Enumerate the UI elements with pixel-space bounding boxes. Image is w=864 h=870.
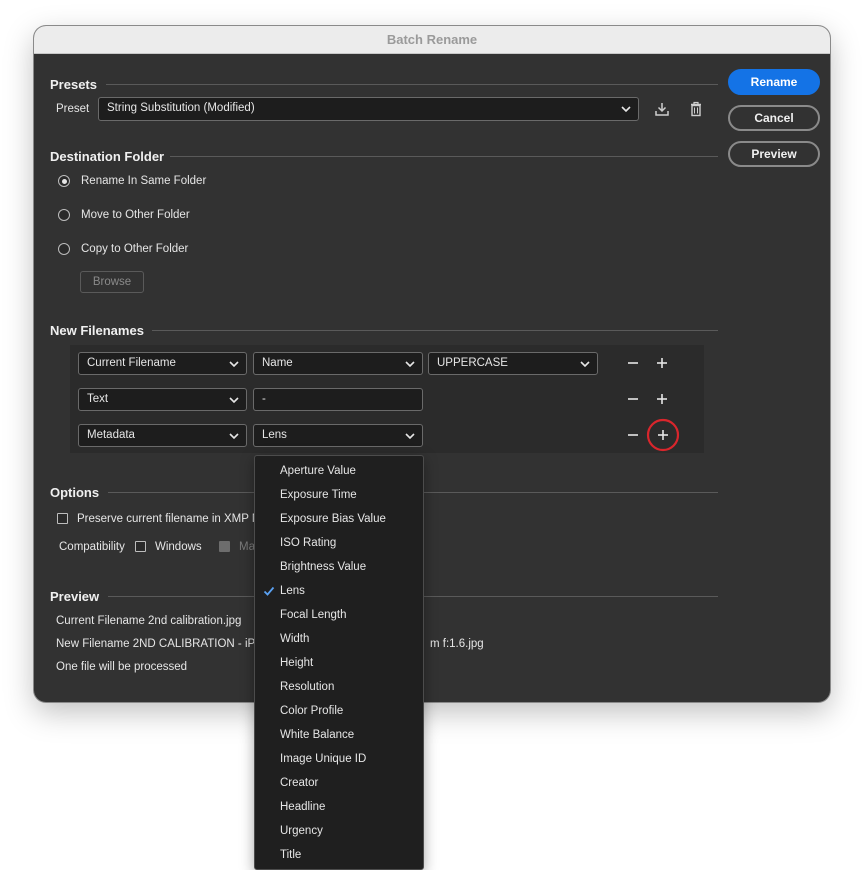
- radio-copy-other-folder[interactable]: [58, 243, 70, 255]
- menu-item-width[interactable]: Width: [255, 627, 423, 651]
- menu-item-label: Color Profile: [280, 705, 344, 717]
- presets-divider: [106, 84, 718, 85]
- menu-item-label: Exposure Bias Value: [280, 513, 386, 525]
- menu-item-white-balance[interactable]: White Balance: [255, 723, 423, 747]
- menu-item-label: Focal Length: [280, 609, 347, 621]
- destination-section-title: Destination Folder: [50, 149, 165, 164]
- row3-type-value: Metadata: [87, 429, 135, 441]
- row3-type-select[interactable]: Metadata: [78, 424, 247, 447]
- chevron-down-icon: [229, 397, 239, 404]
- radio-rename-same-folder[interactable]: [58, 175, 70, 187]
- radio-move-other-folder[interactable]: [58, 209, 70, 221]
- preset-select[interactable]: String Substitution (Modified): [98, 97, 639, 121]
- menu-item-exposure-time[interactable]: Exposure Time: [255, 483, 423, 507]
- chevron-down-icon: [229, 433, 239, 440]
- trash-icon[interactable]: [687, 100, 705, 118]
- copy-other-folder-label[interactable]: Copy to Other Folder: [81, 243, 188, 255]
- batch-rename-dialog: Batch Rename Rename Cancel Preview Prese…: [34, 26, 830, 702]
- preview-new-filename-end: m f:1.6.jpg: [430, 638, 484, 650]
- menu-item-focal-length[interactable]: Focal Length: [255, 603, 423, 627]
- rename-same-folder-label[interactable]: Rename In Same Folder: [81, 175, 206, 187]
- chevron-down-icon: [405, 361, 415, 368]
- mac-label: Ma: [239, 541, 255, 553]
- menu-item-color-profile[interactable]: Color Profile: [255, 699, 423, 723]
- row3-plus-icon[interactable]: [646, 418, 680, 452]
- preview-new-filename: New Filename 2ND CALIBRATION - iPho: [56, 638, 268, 650]
- row3-minus-icon[interactable]: [625, 427, 641, 443]
- metadata-dropdown-menu: Aperture Value Exposure Time Exposure Bias…: [254, 455, 424, 870]
- mac-checkbox[interactable]: [219, 541, 230, 552]
- row1-case-select[interactable]: UPPERCASE: [428, 352, 598, 375]
- menu-item-label: ISO Rating: [280, 537, 337, 549]
- menu-item-label: Image Unique ID: [280, 753, 367, 765]
- row1-type-select[interactable]: Current Filename: [78, 352, 247, 375]
- checkmark-icon: [263, 586, 275, 596]
- window-title: Batch Rename: [34, 26, 830, 54]
- row2-plus-icon[interactable]: [654, 391, 670, 407]
- menu-item-label: White Balance: [280, 729, 355, 741]
- rename-button[interactable]: Rename: [728, 69, 820, 95]
- windows-label: Windows: [155, 541, 202, 553]
- menu-item-label: Headline: [280, 801, 326, 813]
- windows-checkbox[interactable]: [135, 541, 146, 552]
- browse-button[interactable]: Browse: [80, 271, 144, 293]
- menu-item-label: Urgency: [280, 825, 323, 837]
- menu-item-label: Lens: [280, 585, 305, 597]
- chevron-down-icon: [405, 433, 415, 440]
- move-other-folder-label[interactable]: Move to Other Folder: [81, 209, 190, 221]
- menu-item-label: Brightness Value: [280, 561, 367, 573]
- menu-item-label: Aperture Value: [280, 465, 356, 477]
- preview-summary: One file will be processed: [56, 661, 188, 673]
- menu-item-lens[interactable]: Lens: [255, 579, 423, 603]
- row2-type-select[interactable]: Text: [78, 388, 247, 411]
- preserve-filename-label: Preserve current filename in XMP M: [77, 513, 262, 525]
- menu-item-title[interactable]: Title: [255, 843, 423, 867]
- menu-item-label: Width: [280, 633, 310, 645]
- menu-item-height[interactable]: Height: [255, 651, 423, 675]
- menu-item-exposure-bias-value[interactable]: Exposure Bias Value: [255, 507, 423, 531]
- menu-item-brightness-value[interactable]: Brightness Value: [255, 555, 423, 579]
- menu-item-aperture-value[interactable]: Aperture Value: [255, 459, 423, 483]
- preserve-filename-checkbox[interactable]: [57, 513, 68, 524]
- row1-plus-icon[interactable]: [654, 355, 670, 371]
- presets-section-title: Presets: [50, 77, 97, 92]
- menu-item-label: Creator: [280, 777, 319, 789]
- menu-item-urgency[interactable]: Urgency: [255, 819, 423, 843]
- save-preset-icon[interactable]: [653, 100, 671, 118]
- row2-type-value: Text: [87, 393, 109, 405]
- menu-item-label: Exposure Time: [280, 489, 357, 501]
- menu-item-headline[interactable]: Headline: [255, 795, 423, 819]
- row1-minus-icon[interactable]: [625, 355, 641, 371]
- menu-item-creator[interactable]: Creator: [255, 771, 423, 795]
- preview-button[interactable]: Preview: [728, 141, 820, 167]
- row1-type-value: Current Filename: [87, 357, 176, 369]
- menu-item-label: Height: [280, 657, 314, 669]
- new-filenames-section-title: New Filenames: [50, 323, 144, 338]
- menu-item-iso-rating[interactable]: ISO Rating: [255, 531, 423, 555]
- row1-case-value: UPPERCASE: [437, 357, 508, 369]
- row3-field-value: Lens: [262, 429, 287, 441]
- options-section-title: Options: [50, 485, 100, 500]
- chevron-down-icon: [621, 106, 631, 113]
- row2-text-input[interactable]: -: [253, 388, 423, 411]
- menu-item-label: Resolution: [280, 681, 335, 693]
- menu-item-resolution[interactable]: Resolution: [255, 675, 423, 699]
- preset-select-value: String Substitution (Modified): [107, 102, 255, 114]
- row2-minus-icon[interactable]: [625, 391, 641, 407]
- compatibility-label: Compatibility: [59, 541, 125, 553]
- destination-divider: [170, 156, 718, 157]
- row1-field-value: Name: [262, 357, 293, 369]
- new-filenames-divider: [152, 330, 718, 331]
- preset-label: Preset: [56, 103, 90, 115]
- menu-item-image-unique-id[interactable]: Image Unique ID: [255, 747, 423, 771]
- preview-current-filename: Current Filename 2nd calibration.jpg: [56, 615, 242, 627]
- cancel-button[interactable]: Cancel: [728, 105, 820, 131]
- chevron-down-icon: [580, 361, 590, 368]
- preview-section-title: Preview: [50, 589, 100, 604]
- chevron-down-icon: [229, 361, 239, 368]
- row3-field-select[interactable]: Lens: [253, 424, 423, 447]
- menu-item-label: Title: [280, 849, 302, 861]
- row1-field-select[interactable]: Name: [253, 352, 423, 375]
